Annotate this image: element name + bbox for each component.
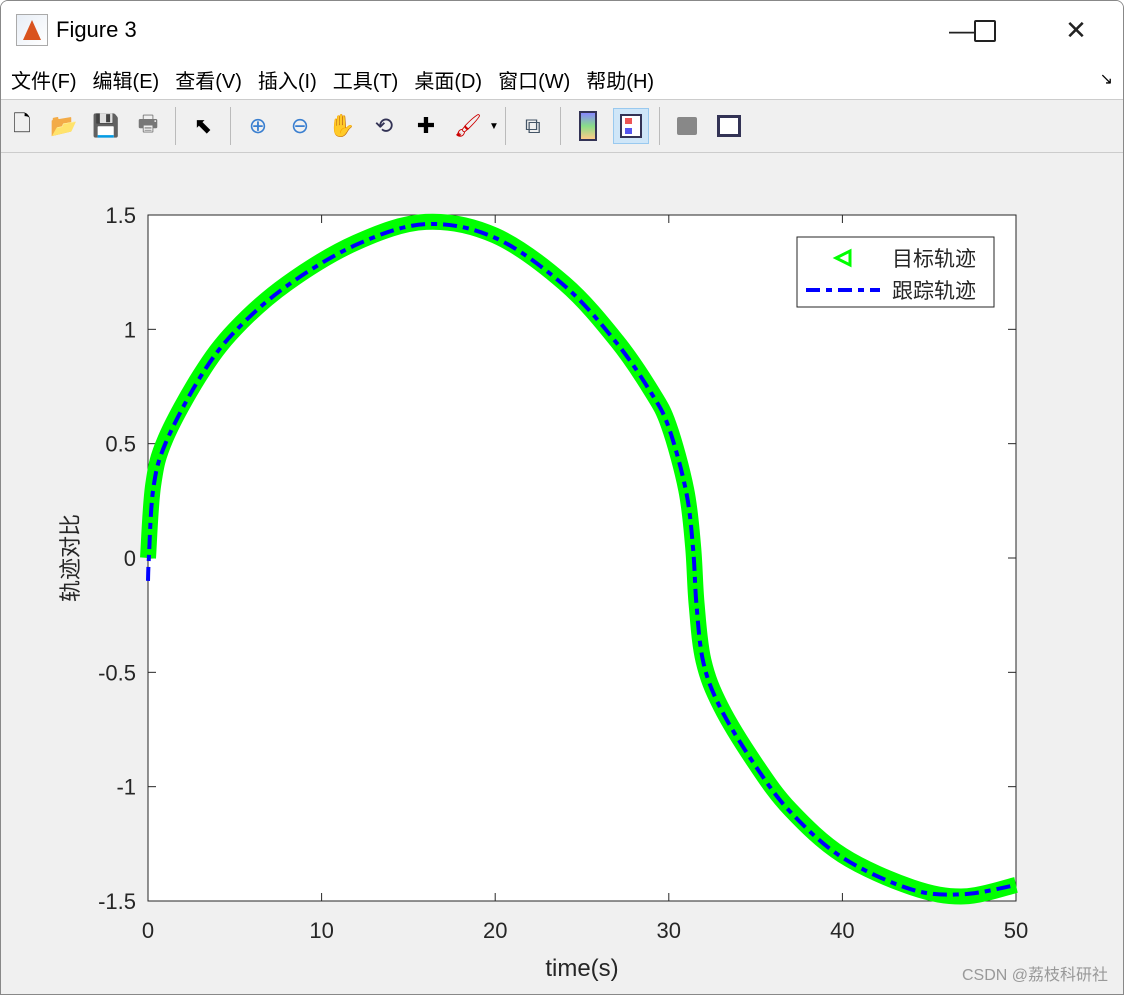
- x-tick-label: 0: [142, 918, 154, 943]
- legend[interactable]: 目标轨迹 跟踪轨迹: [796, 236, 995, 308]
- legend-label-tracking: 跟踪轨迹: [892, 280, 976, 303]
- plot-area: 0 10 20 30 40 50 1.5 1 0.5 0 -0.5 -1 -1.5 time(s) 轨迹…: [58, 203, 1108, 984]
- y-tick-label: 1: [124, 317, 136, 342]
- x-tick-label: 40: [830, 918, 854, 943]
- x-tick-label: 10: [309, 918, 333, 943]
- y-tick-label: 0.5: [105, 432, 136, 457]
- x-tick-label: 50: [1004, 918, 1028, 943]
- x-tick-label: 30: [657, 918, 681, 943]
- watermark: CSDN @荔枝科研社: [962, 966, 1108, 984]
- y-tick-label: -0.5: [98, 660, 136, 685]
- y-tick-label: -1.5: [98, 889, 136, 914]
- x-axis-label: time(s): [545, 955, 618, 982]
- x-tick-label: 20: [483, 918, 507, 943]
- y-tick-label: 0: [124, 546, 136, 571]
- y-tick-label: 1.5: [105, 203, 136, 228]
- legend-label-target: 目标轨迹: [892, 248, 976, 271]
- y-axis-label: 轨迹对比: [58, 514, 83, 602]
- axes-box: [147, 214, 1017, 902]
- y-tick-label: -1: [116, 775, 136, 800]
